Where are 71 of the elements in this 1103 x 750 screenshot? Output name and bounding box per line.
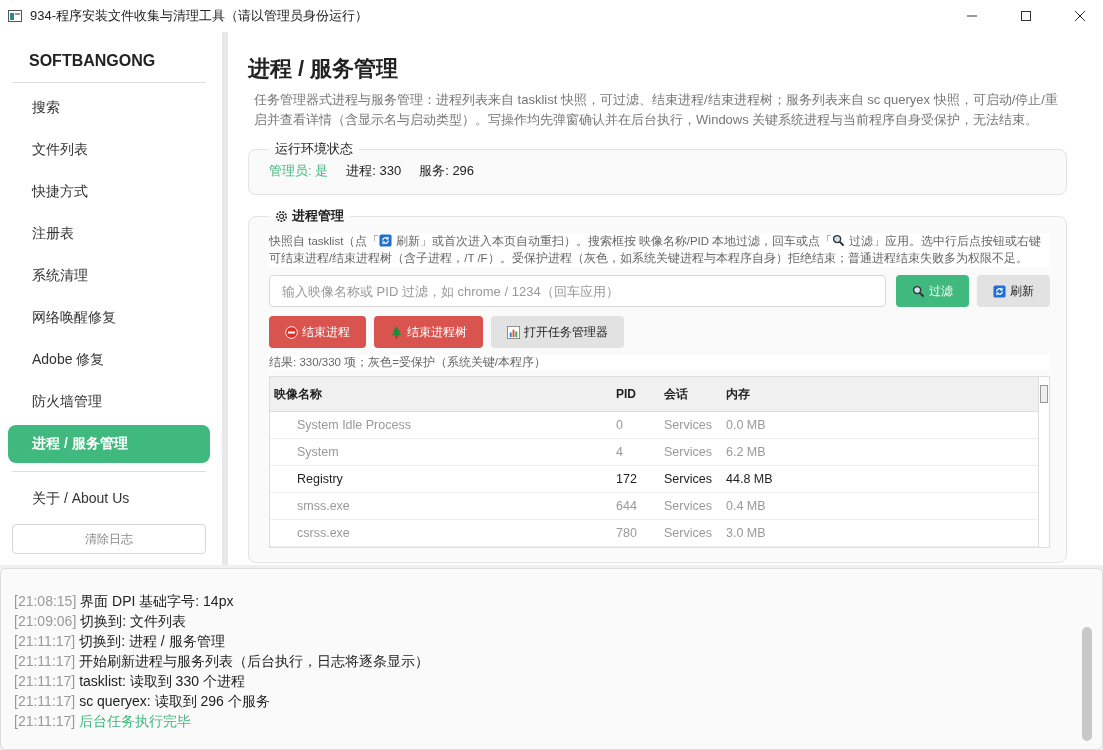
close-icon (1074, 10, 1086, 22)
app-icon (8, 10, 22, 22)
table-cell-text: 172 (615, 472, 638, 486)
sidebar-item[interactable]: Adobe 修复 (8, 341, 210, 379)
log-line: [21:11:17] 开始刷新进程与服务列表（后台执行，日志将逐条显示） (14, 652, 431, 671)
process-count: 进程: 330 (346, 162, 402, 180)
table-cell-text: System (296, 445, 340, 459)
chart-icon (507, 325, 520, 339)
table-cell-text: Registry (296, 472, 344, 486)
refresh-icon (993, 284, 1006, 298)
table-cell-text: 644 (615, 499, 638, 513)
maximize-icon (1020, 10, 1032, 22)
window-title: 934-程序安装文件收集与清理工具（请以管理员身份运行） (30, 7, 370, 25)
refresh-button[interactable]: 刷新 (977, 275, 1050, 307)
sidebar-item[interactable]: 注册表 (8, 215, 210, 253)
sidebar-item[interactable]: 快捷方式 (8, 173, 210, 211)
table-row[interactable]: Registry 172 Services 44.8 MB (270, 466, 1038, 493)
table-cell-text: System Idle Process (296, 418, 412, 432)
tree-icon (390, 325, 403, 339)
table-cell-text: Services (663, 445, 713, 459)
table-cell-text: 3.0 MB (725, 526, 767, 540)
table-cell-text: 0.0 MB (725, 418, 767, 432)
section-title: 进程管理 (292, 207, 344, 225)
search-icon (832, 234, 846, 247)
help-text: 快照自 tasklist（点「 刷新」或首次进入本页自动重扫）。搜索框按 映像名称/PID 本地过滤，回车或点「 过滤」应用。选中行后点按钮或右键可结束进程/结束进程树（含子进程，/T /F）。受保护进程（灰色，如系统关键进程与本程序自身）拒绝结束；普通进程结束失败多为权限不足。 (269, 233, 1050, 267)
log-line: [21:11:17] tasklist: 读取到 330 个进程 (14, 672, 246, 691)
sidebar-item[interactable]: 系统清理 (8, 257, 210, 295)
sidebar-item[interactable]: 关于 / About Us (8, 480, 210, 518)
scrollbar-thumb[interactable] (1082, 627, 1092, 741)
clear-log-button[interactable]: 清除日志 (12, 524, 206, 554)
table-cell-text: 0 (615, 418, 624, 432)
sidebar-item[interactable]: 网络唤醒修复 (8, 299, 210, 337)
sidebar-item[interactable]: 文件列表 (8, 131, 210, 169)
log-line: [21:08:15] 界面 DPI 基础字号: 14px (14, 592, 235, 611)
table-cell-text: 6.2 MB (725, 445, 767, 459)
admin-status: 管理员: 是 (269, 162, 329, 180)
table-cell-text: 4 (615, 445, 624, 459)
table-cell-text: Services (663, 418, 713, 432)
table-cell-text: Services (663, 472, 713, 486)
no-entry-icon (285, 325, 298, 339)
table-cell-text: 0.4 MB (725, 499, 767, 513)
column-header[interactable]: 会话 (660, 385, 722, 403)
section-title: 运行环境状态 (275, 140, 353, 158)
table-cell-text: csrss.exe (296, 526, 351, 540)
end-process-button[interactable]: 结束进程 (269, 316, 366, 348)
search-field[interactable]: 输入映像名称或 PID 过滤，如 chrome / 1234（回车应用） (269, 275, 886, 307)
scrollbar[interactable] (1038, 377, 1049, 547)
page-description: 任务管理器式进程与服务管理：进程列表来自 tasklist 快照，可过滤、结束进程/结束进程树；服务列表来自 sc queryex 快照，可启动/停止/重启并查看详情（含显示名与启动类型）。写操作均先弹窗确认并在后台执行，Windows 关键系统进程与当前程序自身受保护，无法结束。 (254, 91, 1059, 129)
end-tree-button[interactable]: 结束进程树 (374, 316, 483, 348)
result-summary: 结果: 330/330 项；灰色=受保护（系统关键/本程序） (269, 355, 1050, 370)
column-header[interactable]: PID (612, 387, 660, 401)
log-line: [21:11:17] 后台任务执行完毕 (14, 712, 193, 731)
table-cell-text: 44.8 MB (725, 472, 774, 486)
brand-name: SOFTBANGONG (28, 51, 157, 71)
refresh-icon (379, 234, 393, 247)
log-line: [21:09:06] 切换到: 文件列表 (14, 612, 187, 631)
log-line: [21:11:17] 切换到: 进程 / 服务管理 (14, 632, 226, 651)
log-line: [21:11:17] sc queryex: 读取到 296 个服务 (14, 692, 271, 711)
scrollbar-thumb[interactable] (1040, 385, 1048, 403)
service-count: 服务: 296 (419, 162, 475, 180)
sidebar-item[interactable]: 防火墙管理 (8, 383, 210, 421)
sidebar-item[interactable]: 搜索 (8, 89, 210, 127)
page-title: 进程 / 服务管理 (248, 55, 399, 83)
table-cell-text: Services (663, 526, 713, 540)
table-cell-text: smss.exe (296, 499, 351, 513)
column-header[interactable]: 映像名称 (270, 385, 612, 403)
table-cell-text: 780 (615, 526, 638, 540)
search-icon (912, 284, 925, 298)
table-cell-text: Services (663, 499, 713, 513)
task-manager-button[interactable]: 打开任务管理器 (491, 316, 624, 348)
column-header[interactable]: 内存 (722, 385, 1038, 403)
